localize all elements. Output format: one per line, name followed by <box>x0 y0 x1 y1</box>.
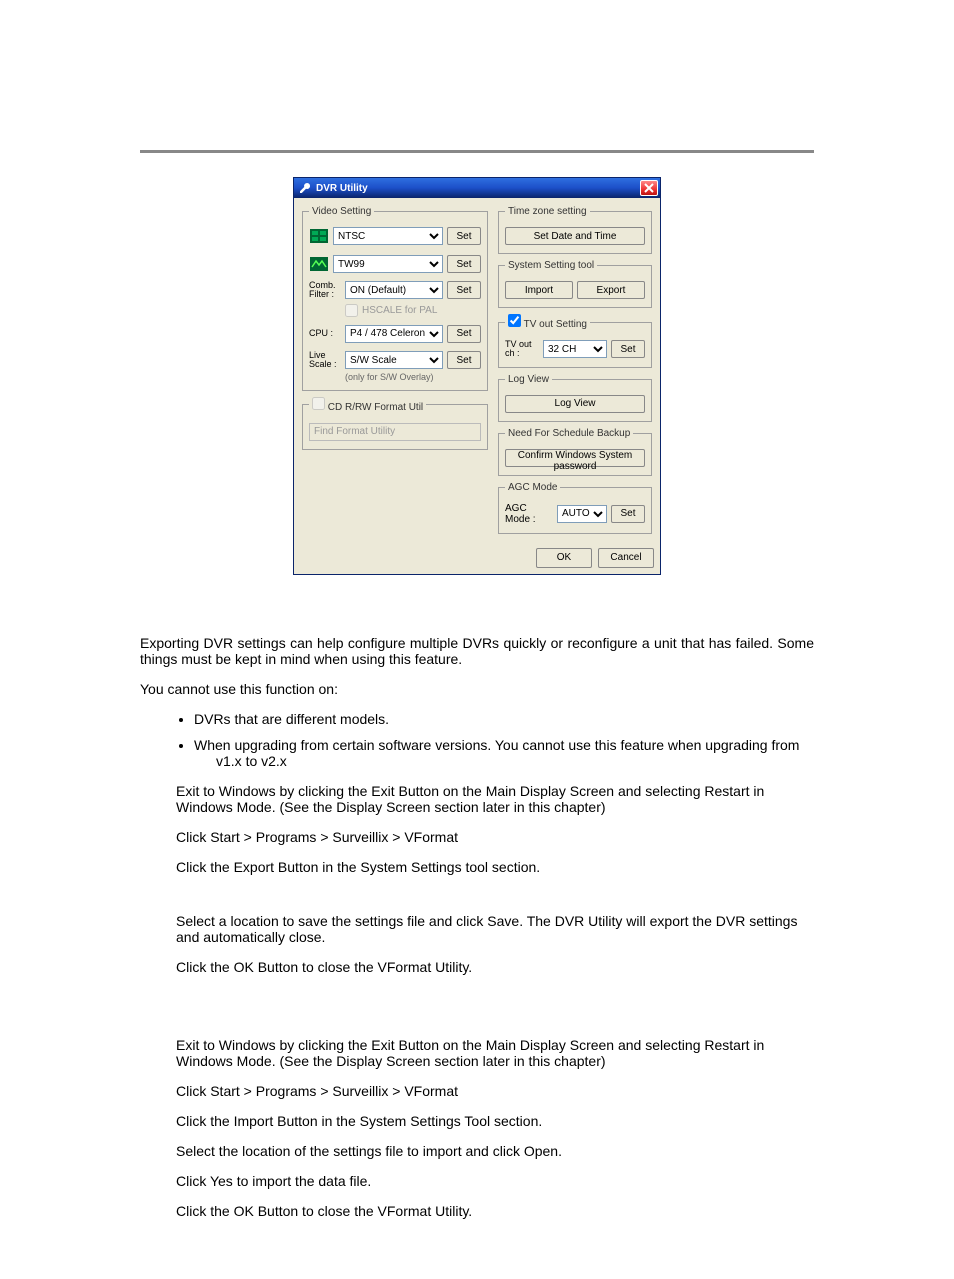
cannot-use-paragraph: You cannot use this function on: <box>140 681 814 697</box>
import-button[interactable]: Import <box>505 281 573 299</box>
page-divider <box>140 150 814 153</box>
cd-format-group: CD R/RW Format Util <box>302 397 488 450</box>
schedule-backup-legend: Need For Schedule Backup <box>505 428 633 439</box>
intro-paragraph: Exporting DVR settings can help configur… <box>140 635 814 667</box>
agc-group: AGC Mode AGC Mode : AUTO Set <box>498 482 652 534</box>
system-setting-group: System Setting tool Import Export <box>498 260 652 308</box>
agc-mode-label: AGC Mode : <box>505 503 553 525</box>
timezone-legend: Time zone setting <box>505 206 590 217</box>
ok-button[interactable]: OK <box>536 548 592 568</box>
set-tvout-button[interactable]: Set <box>611 340 645 358</box>
schedule-backup-group: Need For Schedule Backup Confirm Windows… <box>498 428 652 476</box>
tvout-ch-label: TV out ch : <box>505 340 539 359</box>
chip-icon <box>309 255 329 273</box>
restrictions-list: DVRs that are different models. When upg… <box>140 711 814 769</box>
set-agc-button[interactable]: Set <box>611 505 645 523</box>
left-column: Video Setting NTSC Set TW99 Set <box>302 206 488 534</box>
tvout-ch-select[interactable]: 32 CH <box>543 340 607 358</box>
step: Click Yes to import the data file. <box>176 1173 814 1189</box>
set-cpu-button[interactable]: Set <box>447 325 481 343</box>
tvout-group: TV out Setting TV out ch : 32 CH Set <box>498 314 652 368</box>
import-steps: Exit to Windows by clicking the Exit But… <box>140 1037 814 1219</box>
logview-button[interactable]: Log View <box>505 395 645 413</box>
confirm-password-button[interactable]: Confirm Windows System password <box>505 449 645 467</box>
titlebar: DVR Utility <box>294 178 660 198</box>
cpu-label: CPU : <box>309 329 341 338</box>
export-steps: Exit to Windows by clicking the Exit But… <box>140 783 814 975</box>
wrench-icon <box>298 181 312 195</box>
set-chip-button[interactable]: Set <box>447 255 481 273</box>
step: Exit to Windows by clicking the Exit But… <box>176 783 814 815</box>
live-scale-note: (only for S/W Overlay) <box>345 372 481 382</box>
agc-mode-select[interactable]: AUTO <box>557 505 607 523</box>
document-body: Exporting DVR settings can help configur… <box>140 635 814 1219</box>
list-item: When upgrading from certain software ver… <box>194 737 814 769</box>
comb-filter-label: Comb. Filter : <box>309 281 341 300</box>
hscale-checkbox <box>345 304 358 317</box>
list-item: DVRs that are different models. <box>194 711 814 727</box>
system-setting-legend: System Setting tool <box>505 260 597 271</box>
tvout-legend: TV out Setting <box>524 319 587 330</box>
hscale-label: HSCALE for PAL <box>362 305 437 316</box>
logview-group: Log View Log View <box>498 374 652 422</box>
cpu-select[interactable]: P4 / 478 Celeron <box>345 325 443 343</box>
set-comb-button[interactable]: Set <box>447 281 481 299</box>
set-std-button[interactable]: Set <box>447 227 481 245</box>
right-column: Time zone setting Set Date and Time Syst… <box>498 206 652 534</box>
dialog-container: DVR Utility Video Setting NTSC Set <box>0 177 954 575</box>
cd-format-checkbox <box>312 397 325 410</box>
dvr-utility-dialog: DVR Utility Video Setting NTSC Set <box>293 177 661 575</box>
video-standard-select[interactable]: NTSC <box>333 227 443 245</box>
video-setting-group: Video Setting NTSC Set TW99 Set <box>302 206 488 391</box>
cancel-button[interactable]: Cancel <box>598 548 654 568</box>
live-scale-label: Live Scale : <box>309 351 341 370</box>
timezone-group: Time zone setting Set Date and Time <box>498 206 652 254</box>
set-live-button[interactable]: Set <box>447 351 481 369</box>
export-button[interactable]: Export <box>577 281 645 299</box>
step: Click the OK Button to close the VFormat… <box>176 959 814 975</box>
cd-format-legend: CD R/RW Format Util <box>328 402 423 413</box>
step: Select a location to save the settings f… <box>176 913 814 945</box>
step: Click Start > Programs > Surveillix > VF… <box>176 1083 814 1099</box>
tvout-checkbox[interactable] <box>508 314 521 327</box>
live-scale-select[interactable]: S/W Scale <box>345 351 443 369</box>
agc-legend: AGC Mode <box>505 482 560 493</box>
step: Exit to Windows by clicking the Exit But… <box>176 1037 814 1069</box>
step: Click the OK Button to close the VFormat… <box>176 1203 814 1219</box>
dialog-title: DVR Utility <box>316 183 640 194</box>
logview-legend: Log View <box>505 374 552 385</box>
comb-filter-select[interactable]: ON (Default) <box>345 281 443 299</box>
dialog-body: Video Setting NTSC Set TW99 Set <box>294 198 660 542</box>
step: Click the Export Button in the System Se… <box>176 859 814 875</box>
close-button[interactable] <box>640 180 658 196</box>
video-chip-select[interactable]: TW99 <box>333 255 443 273</box>
tv-standard-icon <box>309 227 329 245</box>
step: Click the Import Button in the System Se… <box>176 1113 814 1129</box>
set-date-time-button[interactable]: Set Date and Time <box>505 227 645 245</box>
cd-format-path-input <box>309 423 481 441</box>
step: Click Start > Programs > Surveillix > VF… <box>176 829 814 845</box>
step: Select the location of the settings file… <box>176 1143 814 1159</box>
video-setting-legend: Video Setting <box>309 206 374 217</box>
dialog-footer: OK Cancel <box>294 542 660 574</box>
